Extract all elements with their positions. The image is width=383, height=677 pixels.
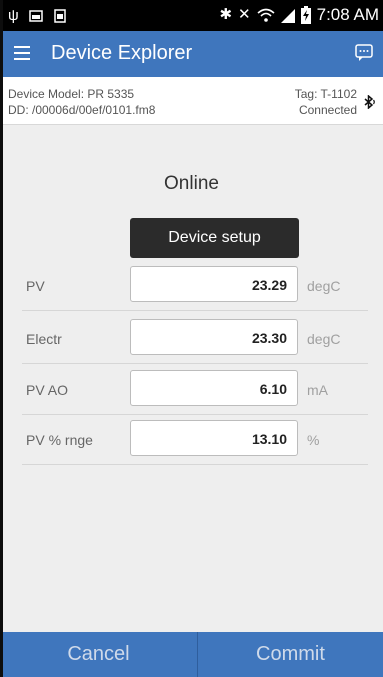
param-value: 13.10 [251,431,287,447]
app-title: Device Explorer [51,42,193,64]
param-unit: mA [307,382,328,398]
param-row-pv-range: PV % rnge 13.10 % [22,416,368,465]
device-model-label: Device Model: PR 5335 [8,87,135,101]
device-tag: Tag: T-1102 [294,87,357,101]
param-value: 6.10 [259,381,287,397]
param-value-field[interactable]: 6.10 [130,370,298,406]
device-setup-button[interactable]: Device setup [130,218,299,258]
param-label: PV [26,278,45,294]
param-value: 23.29 [251,277,287,293]
app-bar: Device Explorer [0,31,383,77]
param-label: PV AO [26,382,69,398]
hamburger-menu-icon[interactable] [14,46,30,60]
param-value-field[interactable]: 23.30 [130,319,298,355]
param-value-field[interactable]: 13.10 [130,420,298,456]
param-label: Electr [26,331,62,347]
param-row-pv: PV 23.29 degC [22,262,368,311]
status-bar: ψ ✱ ✕ 7:08 AM [0,0,383,31]
commit-button[interactable]: Commit [198,632,383,677]
window-edge [0,0,3,677]
online-status-heading: Online [164,173,219,194]
bottom-action-bar: Cancel Commit [0,632,383,677]
chat-bubble-icon[interactable] [355,44,373,62]
bluetooth-icon: ✱ [219,6,233,23]
param-unit: % [307,432,320,448]
device-dd-path: DD: /00006d/00ef/0101.fm8 [8,103,156,117]
param-row-electr: Electr 23.30 degC [22,315,368,364]
wifi-icon [257,8,275,22]
battery-charging-icon [300,6,311,24]
gallery-icon [53,9,66,23]
param-value-field[interactable]: 23.29 [130,266,298,302]
usb-icon: ψ [8,7,19,24]
param-row-pv-ao: PV AO 6.10 mA [22,366,368,415]
signal-icon [280,9,295,23]
device-info-header: Device Model: PR 5335 DD: /00006d/00ef/0… [0,77,383,125]
mute-icon: ✕ [238,6,251,23]
param-label: PV % rnge [26,432,93,448]
clock-time: 7:08 AM [316,5,379,24]
image-icon [28,10,43,22]
connection-status: Connected [298,103,357,117]
param-unit: degC [307,331,341,347]
cancel-button[interactable]: Cancel [0,632,197,677]
bluetooth-icon [364,95,375,109]
param-unit: degC [307,278,341,294]
param-value: 23.30 [251,330,287,346]
